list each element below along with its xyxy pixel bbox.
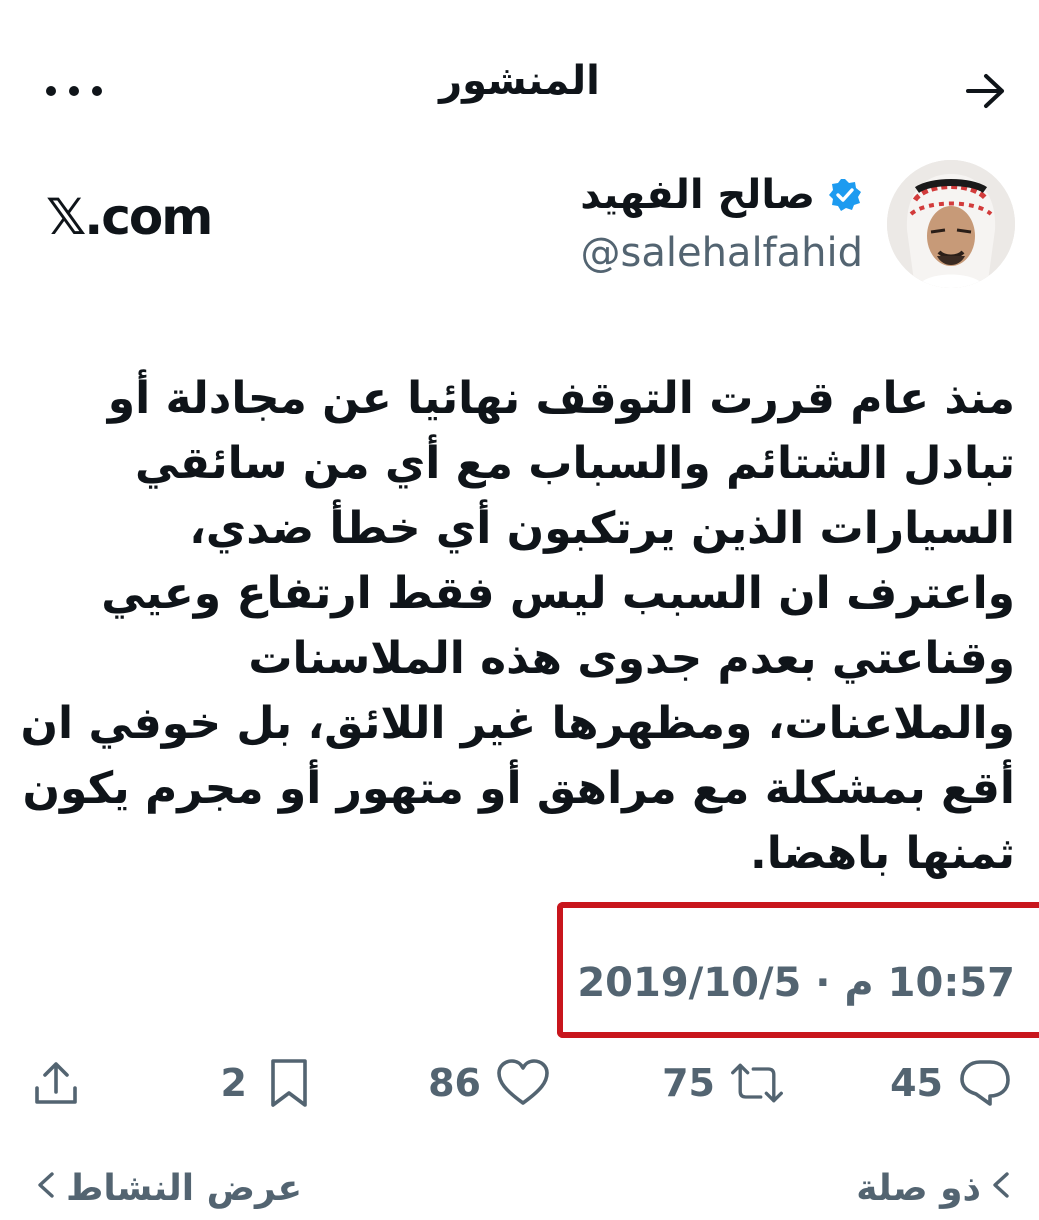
avatar-portrait: [887, 160, 1015, 288]
bookmark-svg: [271, 1059, 307, 1107]
tweet-line: السيارات الذين يرتكبون أي خطأ ضدي،: [189, 503, 1015, 554]
chevron-left-svg: [38, 1172, 54, 1198]
reply-svg: [960, 1060, 1010, 1106]
retweet-svg: [731, 1063, 783, 1103]
more-dot: [46, 86, 56, 96]
page-title: المنشور: [439, 58, 600, 104]
reply-count: 45: [890, 1061, 943, 1105]
retweet-icon: [729, 1055, 785, 1111]
like-action[interactable]: 86: [428, 1055, 551, 1111]
reply-action[interactable]: 45: [890, 1055, 1013, 1111]
tweet-line: تبادل الشتائم والسباب مع أي من سائقي: [134, 438, 1015, 489]
author-header: صالح الفهيد @salehalfahid 𝕏.com: [0, 150, 1039, 300]
more-dot: [69, 86, 79, 96]
display-name: صالح الفهيد: [580, 172, 815, 218]
bottom-links: ذو صلة عرض النشاط: [0, 1160, 1039, 1220]
tweet-line: أقع بمشكلة مع مراهق أو متهور أو مجرم يكو…: [22, 763, 1015, 814]
view-activity-label: عرض النشاط: [66, 1168, 303, 1209]
share-svg: [35, 1062, 77, 1104]
tweet-line: ثمنها باهضا.: [749, 828, 1015, 879]
tweet-line: واعترف ان السبب ليس فقط ارتفاع وعيي: [101, 568, 1015, 619]
tweet-line: منذ عام قررت التوقف نهائيا عن مجادلة أو: [107, 373, 1015, 424]
view-activity-link[interactable]: عرض النشاط: [36, 1168, 302, 1209]
chevron-left-svg: [993, 1172, 1009, 1198]
reply-icon: [957, 1055, 1013, 1111]
tweet-timestamp[interactable]: 10:57 م · 2019/10/5: [577, 960, 1015, 1006]
like-count: 86: [428, 1061, 481, 1105]
more-dot: [92, 86, 102, 96]
heart-icon: [495, 1055, 551, 1111]
more-options-icon[interactable]: [46, 66, 102, 116]
verified-badge-svg: [829, 179, 861, 211]
source-logo-text: 𝕏.com: [46, 188, 213, 246]
tweet-line: والملاعنات، ومظهرها غير اللائق، بل خوفي …: [20, 698, 1016, 749]
share-icon: [28, 1055, 84, 1111]
action-bar: 45 75 86 2: [0, 1045, 1039, 1125]
bookmark-icon: [261, 1055, 317, 1111]
avatar[interactable]: [887, 160, 1015, 288]
bookmark-action[interactable]: 2: [221, 1055, 317, 1111]
heart-svg: [497, 1059, 549, 1105]
tweet-line: وقناعتي بعدم جدوى هذه الملاسنات: [248, 633, 1015, 684]
verified-badge-icon: [827, 177, 863, 213]
chevron-left-icon: [36, 1168, 56, 1209]
related-link[interactable]: ذو صلة: [856, 1168, 1011, 1209]
share-action[interactable]: [28, 1055, 84, 1111]
related-label: ذو صلة: [856, 1168, 981, 1209]
top-bar: المنشور: [0, 40, 1039, 140]
x-logo-icon: 𝕏.com: [46, 188, 213, 246]
retweet-count: 75: [662, 1061, 715, 1105]
retweet-action[interactable]: 75: [662, 1055, 785, 1111]
display-name-row[interactable]: صالح الفهيد: [580, 172, 863, 218]
bookmark-count: 2: [220, 1061, 247, 1105]
tweet-text: منذ عام قررت التوقف نهائيا عن مجادلة أو …: [20, 366, 1016, 886]
chevron-left-icon: [991, 1168, 1011, 1209]
author-handle[interactable]: @salehalfahid: [581, 230, 864, 276]
